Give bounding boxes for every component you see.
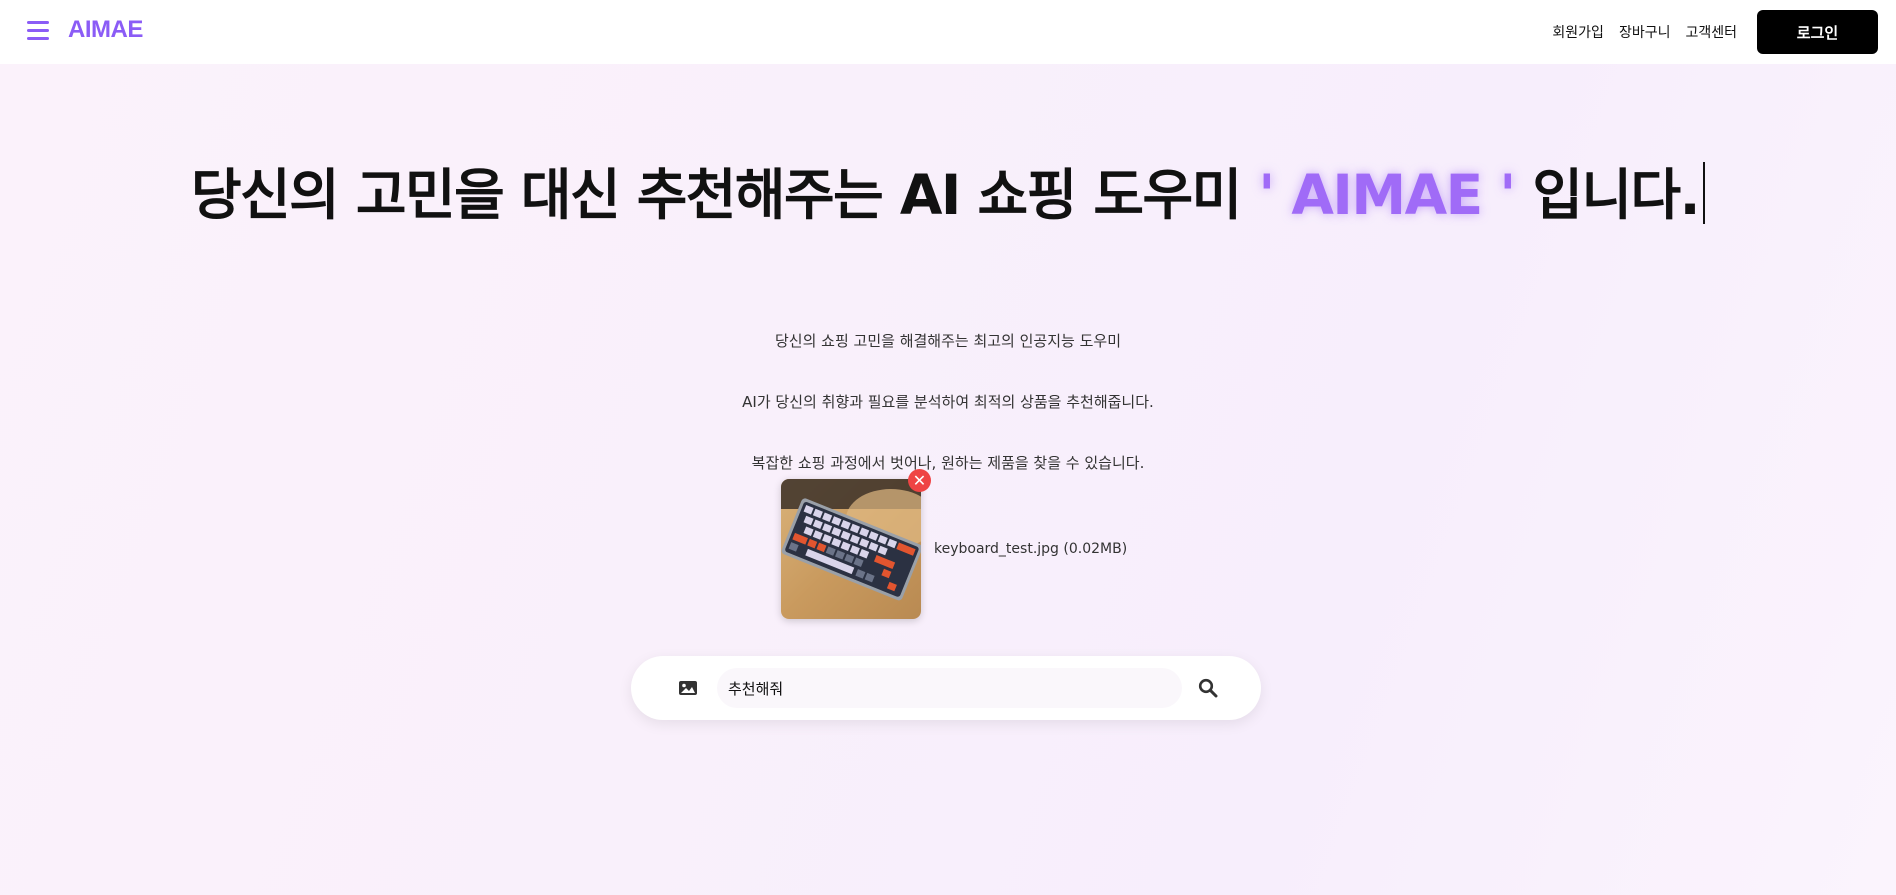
image-upload-icon[interactable] <box>678 678 698 698</box>
login-button[interactable]: 로그인 <box>1757 10 1878 54</box>
top-header: AIMAE 회원가입 장바구니 고객센터 로그인 <box>0 0 1896 64</box>
nav-support-link[interactable]: 고객센터 <box>1685 22 1737 42</box>
keyboard-image <box>781 479 921 619</box>
search-input[interactable] <box>717 668 1182 708</box>
search-bar <box>631 656 1261 720</box>
hamburger-menu-icon[interactable] <box>27 21 49 41</box>
search-icon[interactable] <box>1198 678 1218 698</box>
nav-cart-link[interactable]: 장바구니 <box>1619 22 1671 42</box>
hero-title-brand: ' AIMAE ' <box>1258 163 1516 227</box>
top-nav: 회원가입 장바구니 고객센터 <box>1552 22 1737 42</box>
hero-line-3: 복잡한 쇼핑 과정에서 벗어나, 원하는 제품을 찾을 수 있습니다. <box>751 454 1145 472</box>
hero-title-before: 당신의 고민을 대신 추천해주는 AI 쇼핑 도우미 <box>190 163 1259 227</box>
hero-line-2: AI가 당신의 취향과 필요를 분석하여 최적의 상품을 추천해줍니다. <box>742 393 1154 411</box>
nav-signup-link[interactable]: 회원가입 <box>1552 22 1604 42</box>
hero-title-after: 입니다. <box>1514 163 1700 227</box>
hero-title: 당신의 고민을 대신 추천해주는 AI 쇼핑 도우미 ' AIMAE ' 입니다… <box>0 150 1896 230</box>
uploaded-image-preview: ✕ <box>781 469 931 619</box>
logo[interactable]: AIMAE <box>68 16 143 44</box>
remove-image-button[interactable]: ✕ <box>908 469 931 492</box>
text-cursor <box>1703 162 1706 224</box>
uploaded-file-label: keyboard_test.jpg (0.02MB) <box>934 541 1128 557</box>
hero-line-1: 당신의 쇼핑 고민을 해결해주는 최고의 인공지능 도우미 <box>774 332 1121 350</box>
